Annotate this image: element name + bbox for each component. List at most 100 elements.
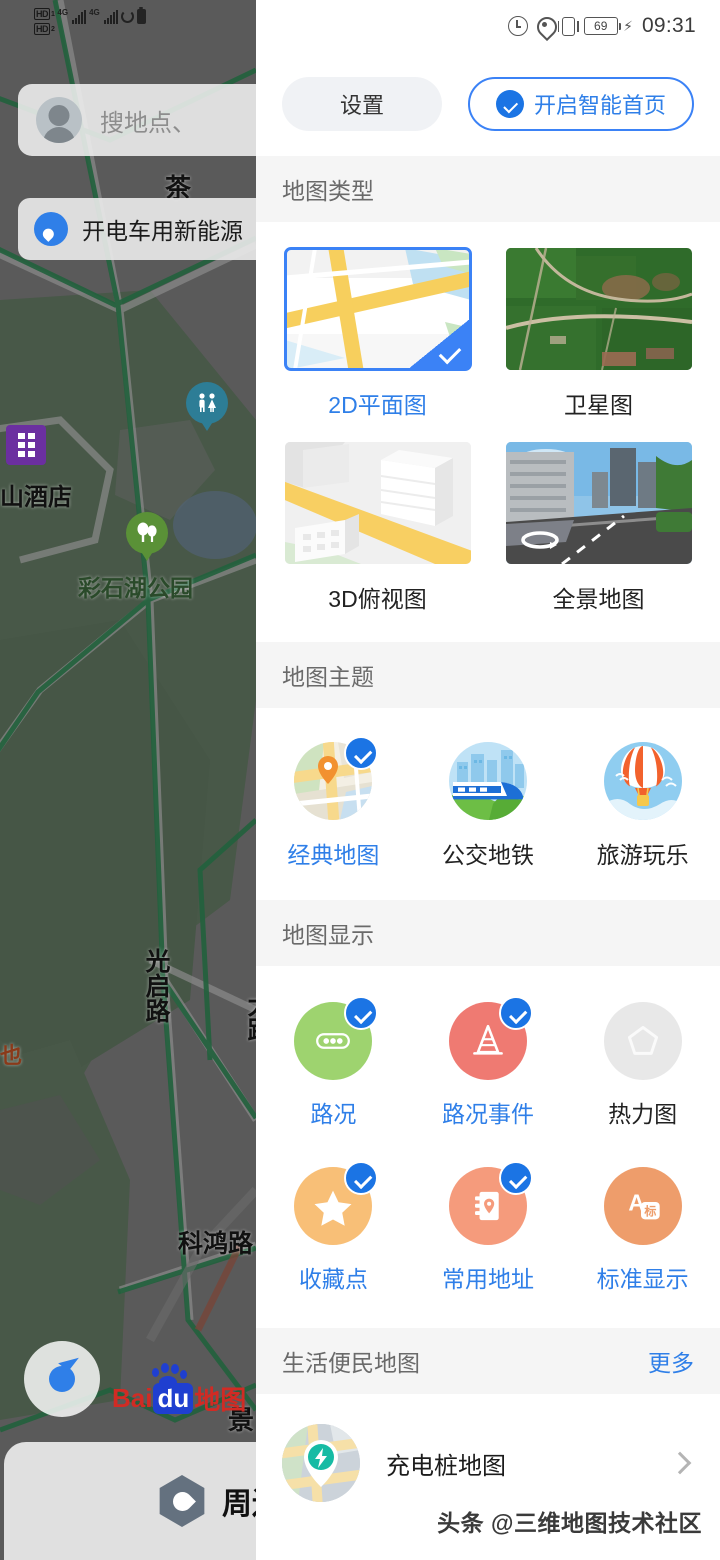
- address-book-icon[interactable]: [448, 1161, 533, 1245]
- section-header-map-theme: 地图主题: [256, 642, 720, 708]
- map-label: 山酒店: [0, 484, 72, 511]
- life-map-row-label: 充电桩地图: [386, 1452, 506, 1480]
- settings-button[interactable]: 设置: [282, 77, 442, 131]
- charging-bolt-icon: ⚡: [623, 17, 633, 34]
- transit-train-icon[interactable]: [448, 742, 527, 820]
- top-action-bar: 设置 开启智能首页: [256, 52, 720, 156]
- map-phone-status: HD 1 HD 2 4G 4G: [34, 7, 146, 35]
- compass-icon: [159, 1475, 205, 1527]
- promo-label: 开电车用新能源: [82, 218, 243, 244]
- hot-air-balloon-icon[interactable]: [603, 742, 682, 820]
- traffic-cone-icon[interactable]: [448, 996, 533, 1080]
- smart-home-button[interactable]: 开启智能首页: [468, 77, 694, 131]
- signal-bars-2: [103, 10, 118, 24]
- section-header-map-type: 地图类型: [256, 156, 720, 222]
- map-display-option[interactable]: 收藏点: [256, 1161, 411, 1294]
- map-type-label: 全景地图: [552, 586, 645, 612]
- battery-icon: 69 ⚡: [583, 17, 633, 35]
- battery-level: 69: [594, 19, 608, 33]
- map-display-label: 常用地址: [441, 1266, 534, 1292]
- hotel-poi-icon[interactable]: [6, 425, 46, 465]
- my-location-indicator[interactable]: [24, 1341, 100, 1417]
- star-icon[interactable]: [294, 1161, 379, 1245]
- map-display-label: 路况事件: [441, 1101, 534, 1127]
- classic-map-icon[interactable]: [294, 736, 379, 820]
- search-input[interactable]: 搜地点、: [100, 103, 196, 138]
- status-time: 09:31: [641, 14, 696, 37]
- check-badge-icon: [498, 996, 533, 1030]
- map-display-label: 路况: [310, 1101, 357, 1127]
- satellite-thumb[interactable]: [505, 248, 692, 370]
- map-label: 光启路: [142, 948, 170, 1023]
- vibrate-icon: [557, 16, 579, 36]
- map-label: 大路: [244, 992, 256, 1042]
- bottom-nav-nearby[interactable]: 周边: [4, 1442, 256, 1560]
- map-display-option[interactable]: 路况事件: [411, 996, 566, 1129]
- map-type-option[interactable]: 全景地图: [503, 442, 694, 636]
- logo-map-text: 地图: [194, 1385, 247, 1415]
- map-type-grid: 2D平面图 卫星图 3D俯视图 全景地图: [256, 222, 720, 642]
- watermark: 头条 @三维地图技术社区: [437, 1510, 702, 1536]
- alarm-icon: [507, 16, 528, 36]
- check-circle-icon: [495, 90, 524, 118]
- map-display-grid: 路况 路况事件 热力图 收藏点 常用地址 A 标 标准显示: [256, 966, 720, 1328]
- battery-icon-map: [136, 7, 146, 24]
- map-display-option[interactable]: A 标 标准显示: [565, 1167, 720, 1294]
- trees-icon: [137, 522, 157, 542]
- map-theme-option[interactable]: 旅游玩乐: [565, 742, 720, 870]
- map-theme-label: 旅游玩乐: [596, 842, 689, 868]
- chevron-right-icon[interactable]: [668, 1451, 692, 1475]
- section-header-life-map: 生活便民地图 更多: [256, 1328, 720, 1394]
- logo-bai: Bai: [112, 1383, 153, 1413]
- promo-banner[interactable]: 开电车用新能源: [18, 198, 256, 260]
- restroom-poi[interactable]: [186, 382, 228, 424]
- park-poi[interactable]: [126, 512, 168, 554]
- section-title: 生活便民地图: [282, 1350, 420, 1376]
- street-map-thumb[interactable]: [283, 247, 472, 371]
- map-display-label: 收藏点: [298, 1266, 368, 1292]
- map-theme-label: 公交地铁: [441, 842, 534, 868]
- sync-icon: [120, 10, 134, 23]
- more-link[interactable]: 更多: [648, 1344, 694, 1378]
- map-type-label: 3D俯视图: [328, 586, 427, 612]
- map-type-option[interactable]: 2D平面图: [282, 247, 473, 442]
- panorama-street-thumb[interactable]: [505, 442, 692, 564]
- section-title: 地图显示: [282, 922, 374, 948]
- signal-bars-1: [72, 10, 87, 24]
- traffic-icon[interactable]: [294, 996, 379, 1080]
- map-display-label: 热力图: [608, 1101, 678, 1127]
- map-label: 也: [0, 1043, 23, 1068]
- search-bar[interactable]: 搜地点、: [18, 84, 256, 156]
- svg-text:标: 标: [643, 1203, 656, 1218]
- label-standard-icon[interactable]: A 标: [603, 1167, 682, 1245]
- check-badge-icon: [344, 736, 379, 770]
- map-type-label: 卫星图: [564, 392, 633, 418]
- map-type-option[interactable]: 3D俯视图: [282, 442, 473, 636]
- check-badge-icon: [498, 1161, 533, 1195]
- location-pin-icon: [34, 212, 68, 246]
- map-display-option[interactable]: 路况: [256, 996, 411, 1129]
- check-badge-icon: [344, 996, 379, 1030]
- map-theme-option[interactable]: 公交地铁: [411, 742, 566, 870]
- avatar[interactable]: [36, 97, 82, 143]
- map-theme-row: 经典地图 公交地铁 旅游玩乐: [256, 708, 720, 900]
- check-badge-icon: [344, 1161, 379, 1195]
- map-display-option[interactable]: 常用地址: [411, 1161, 566, 1294]
- restroom-icon: [199, 393, 216, 412]
- section-header-map-display: 地图显示: [256, 900, 720, 966]
- 3d-buildings-thumb[interactable]: [284, 442, 471, 564]
- section-title: 地图类型: [282, 178, 374, 204]
- heatmap-icon[interactable]: [603, 1002, 682, 1080]
- location-icon: [536, 17, 557, 37]
- map-background[interactable]: HD 1 HD 2 4G 4G 搜地点、 开电车用新能源 山酒店彩石湖公园光启路大路…: [0, 0, 256, 1560]
- map-label: 科鸿路: [178, 1230, 254, 1258]
- map-type-option[interactable]: 卫星图: [503, 248, 694, 442]
- map-display-option[interactable]: 热力图: [565, 1002, 720, 1129]
- selected-check-icon: [406, 318, 471, 370]
- bottom-nav-label: 周边: [222, 1488, 256, 1521]
- map-label: 彩石湖公园: [78, 575, 193, 601]
- charging-station-icon: [282, 1424, 360, 1502]
- map-theme-option[interactable]: 经典地图: [256, 736, 411, 870]
- baidu-map-logo: Bai du 地图: [112, 1380, 246, 1417]
- section-title: 地图主题: [282, 664, 374, 690]
